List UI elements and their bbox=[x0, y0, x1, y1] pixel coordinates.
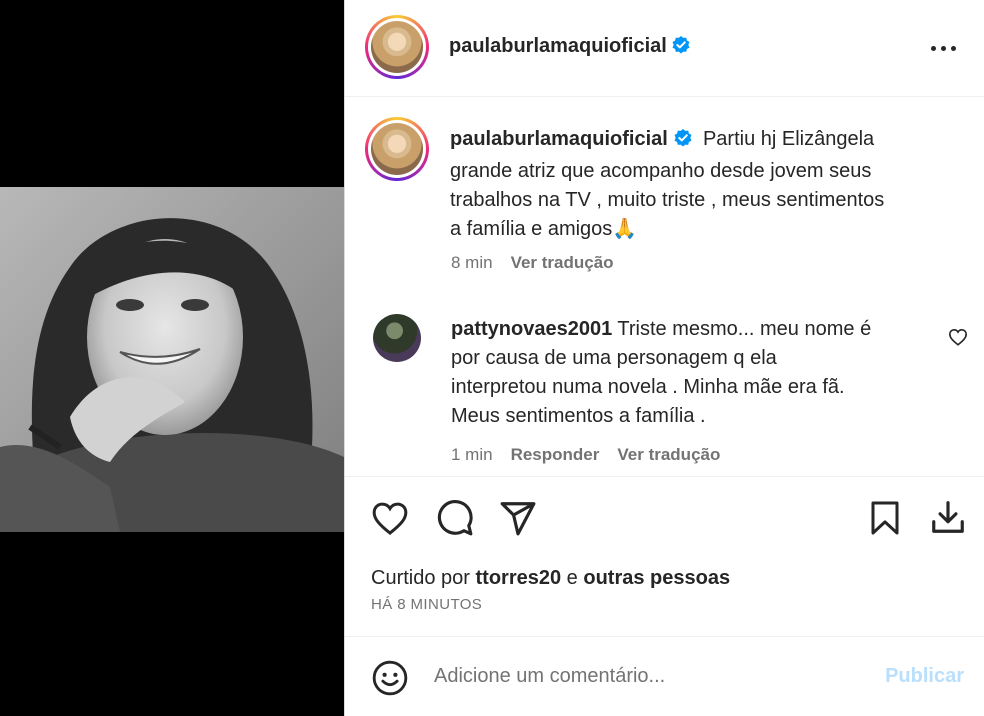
more-options-icon[interactable] bbox=[931, 38, 959, 58]
emoji-icon[interactable] bbox=[371, 659, 409, 697]
verified-badge-icon bbox=[671, 35, 691, 60]
comment-reply-link[interactable]: Responder bbox=[511, 445, 600, 464]
caption-username[interactable]: paulaburlamaquioficial bbox=[450, 128, 668, 150]
media-panel bbox=[0, 0, 344, 716]
likes-summary: Curtido por ttorres20 e outras pessoas bbox=[371, 567, 730, 590]
comment-username[interactable]: pattynovaes2001 bbox=[451, 318, 612, 340]
post-timestamp[interactable]: HÁ 8 MINUTOS bbox=[371, 596, 482, 613]
post-viewer: paulaburlamaquioficial paulaburlamaquiof… bbox=[0, 0, 984, 716]
caption-body: paulaburlamaquioficial Partiu hj Elizâng… bbox=[450, 125, 960, 244]
heart-icon[interactable] bbox=[371, 500, 409, 536]
caption-line: trabalhos na TV , muito triste , meus se… bbox=[450, 189, 885, 211]
divider bbox=[345, 636, 984, 637]
caption-line: grande atriz que acompanho desde jovem s… bbox=[450, 160, 872, 182]
caption-line: Partiu hj Elizângela bbox=[702, 128, 875, 150]
verified-badge-icon bbox=[673, 128, 693, 157]
liked-by-user[interactable]: ttorres20 bbox=[476, 567, 562, 589]
comment-icon[interactable] bbox=[436, 499, 474, 537]
caption-author-avatar[interactable] bbox=[365, 117, 429, 181]
divider bbox=[345, 476, 984, 477]
comment-body: pattynovaes2001 Triste mesmo... meu nome… bbox=[451, 315, 951, 431]
comment-line: Triste mesmo... meu nome é bbox=[617, 318, 872, 340]
commenter-avatar[interactable] bbox=[373, 314, 421, 362]
post-photo[interactable] bbox=[0, 187, 344, 532]
caption-translate-link[interactable]: Ver tradução bbox=[511, 253, 614, 272]
share-icon[interactable] bbox=[499, 499, 537, 537]
comment-meta: 1 min Responder Ver tradução bbox=[451, 445, 720, 465]
caption-time: 8 min bbox=[451, 253, 493, 272]
post-header: paulaburlamaquioficial bbox=[345, 0, 984, 97]
likes-joiner: e bbox=[566, 567, 578, 589]
liked-by-others[interactable]: outras pessoas bbox=[583, 567, 730, 589]
caption-line: a família e amigos🙏 bbox=[450, 218, 638, 240]
publish-button[interactable]: Publicar bbox=[885, 665, 964, 688]
comment-line: interpretou numa novela . Minha mãe era … bbox=[451, 376, 845, 398]
comment-like-heart-icon[interactable] bbox=[948, 328, 968, 351]
download-icon[interactable] bbox=[929, 498, 967, 536]
caption-meta: 8 min Ver tradução bbox=[451, 253, 614, 273]
comment-time: 1 min bbox=[451, 445, 493, 464]
author-avatar[interactable] bbox=[365, 15, 429, 79]
bookmark-icon[interactable] bbox=[867, 499, 903, 537]
comment-line: por causa de uma personagem q ela bbox=[451, 347, 777, 369]
comment-translate-link[interactable]: Ver tradução bbox=[617, 445, 720, 464]
comment-line: Meus sentimentos a família . bbox=[451, 405, 706, 427]
post-info-panel: paulaburlamaquioficial paulaburlamaquiof… bbox=[344, 0, 984, 716]
comment-input[interactable]: Adicione um comentário... bbox=[434, 665, 665, 688]
likes-prefix: Curtido por bbox=[371, 567, 470, 589]
author-username[interactable]: paulaburlamaquioficial bbox=[449, 35, 667, 57]
